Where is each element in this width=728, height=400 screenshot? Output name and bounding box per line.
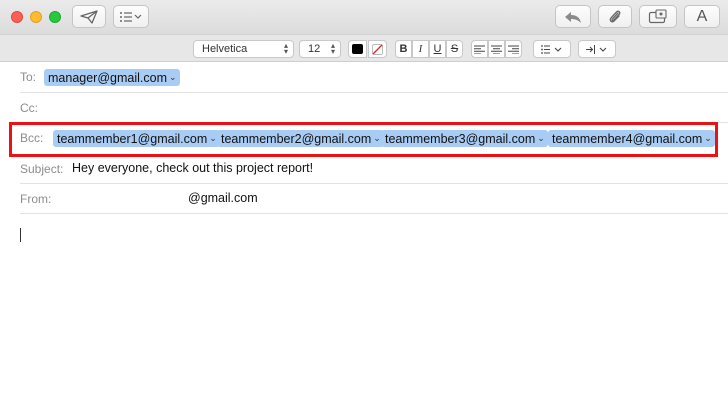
- indent-icon: [586, 44, 607, 54]
- paperclip-icon: [609, 10, 621, 23]
- strikethrough-button[interactable]: S: [446, 40, 463, 58]
- align-center-icon: [491, 45, 502, 54]
- stepper-arrows-icon: ▴ ▾: [283, 41, 288, 56]
- no-color-icon: [372, 43, 383, 55]
- font-family-value: Helvetica: [202, 43, 248, 55]
- align-right-button[interactable]: [505, 40, 522, 58]
- underline-button[interactable]: U: [429, 40, 446, 58]
- format-bar: Helvetica ▴ ▾ 12 ▴ ▾ B I U S: [0, 34, 728, 62]
- align-left-button[interactable]: [471, 40, 488, 58]
- stepper-arrows-icon: ▴ ▾: [330, 41, 335, 56]
- bold-button[interactable]: B: [395, 40, 412, 58]
- align-center-button[interactable]: [488, 40, 505, 58]
- subject-label: Subject:: [20, 162, 64, 176]
- attach-button[interactable]: [598, 5, 632, 28]
- subject-input[interactable]: Hey everyone, check out this project rep…: [72, 161, 313, 175]
- format-button[interactable]: A: [684, 5, 720, 28]
- subject-field-row[interactable]: Subject: Hey everyone, check out this pr…: [20, 154, 728, 184]
- font-size-value: 12: [308, 43, 321, 55]
- header-fields-menu-button[interactable]: [113, 5, 149, 28]
- from-account-select[interactable]: @gmail.com: [188, 191, 258, 205]
- align-right-icon: [508, 45, 519, 54]
- text-cursor: [20, 228, 21, 242]
- indent-select[interactable]: [578, 40, 616, 58]
- bcc-highlight-box: [9, 122, 718, 157]
- background-color-button[interactable]: [368, 40, 387, 58]
- from-field-row: From: @gmail.com: [20, 184, 728, 214]
- list-icon: [120, 11, 142, 22]
- chevron-down-icon: ⌄: [168, 72, 177, 82]
- font-family-select[interactable]: Helvetica ▴ ▾: [193, 40, 294, 58]
- italic-button[interactable]: I: [412, 40, 429, 58]
- to-label: To:: [20, 70, 37, 84]
- text-color-button[interactable]: [348, 40, 367, 58]
- font-size-select[interactable]: 12 ▴ ▾: [299, 40, 341, 58]
- recipient-token[interactable]: manager@gmail.com ⌄: [44, 69, 180, 86]
- paper-plane-icon: [80, 9, 98, 24]
- close-window-button[interactable]: [11, 11, 23, 23]
- cc-field-row[interactable]: Cc:: [20, 93, 728, 123]
- send-button[interactable]: [72, 5, 106, 28]
- color-swatch-icon: [352, 44, 363, 54]
- reply-button[interactable]: [555, 5, 591, 28]
- window-toolbar: A: [0, 0, 728, 34]
- recipient-address: manager@gmail.com: [48, 70, 167, 85]
- photo-icon: [648, 9, 667, 24]
- bullet-list-icon: [541, 44, 562, 54]
- minimize-window-button[interactable]: [30, 11, 42, 23]
- cc-label: Cc:: [20, 101, 38, 115]
- to-field-row: To: manager@gmail.com ⌄: [20, 62, 728, 93]
- reply-arrow-icon: [565, 11, 581, 23]
- align-left-icon: [474, 45, 485, 54]
- message-body[interactable]: [0, 215, 728, 400]
- list-style-select[interactable]: [533, 40, 571, 58]
- zoom-window-button[interactable]: [49, 11, 61, 23]
- photo-browser-button[interactable]: [639, 5, 677, 28]
- from-label: From:: [20, 192, 52, 206]
